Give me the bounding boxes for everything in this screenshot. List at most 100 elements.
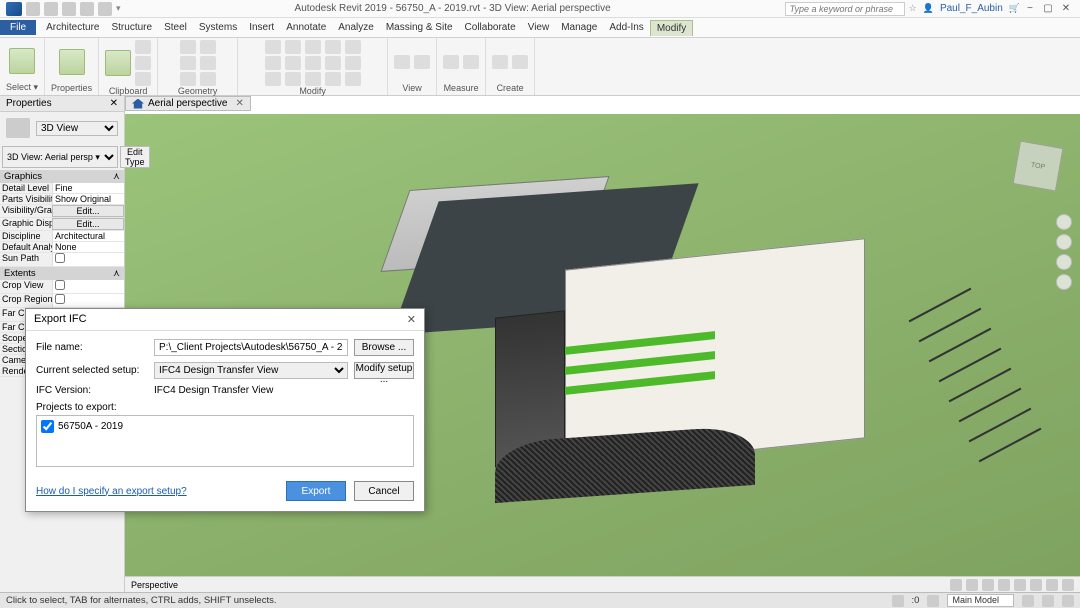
tab-steel[interactable]: Steel bbox=[158, 20, 193, 35]
signin-icon[interactable]: 👤 bbox=[923, 3, 934, 14]
filter-icon[interactable] bbox=[927, 595, 939, 607]
cope-icon[interactable] bbox=[180, 40, 196, 54]
cropregion-checkbox[interactable] bbox=[55, 294, 65, 304]
view-icon-2[interactable] bbox=[414, 55, 430, 69]
browse-button[interactable]: Browse ... bbox=[354, 339, 414, 356]
viewbar-icon-7[interactable] bbox=[1046, 579, 1058, 591]
tab-analyze[interactable]: Analyze bbox=[332, 20, 380, 35]
help-search-input[interactable] bbox=[785, 2, 905, 16]
view-perspective-label[interactable]: Perspective bbox=[131, 580, 178, 590]
help-link[interactable]: How do I specify an export setup? bbox=[36, 486, 278, 497]
sunpath-checkbox[interactable] bbox=[55, 253, 65, 263]
extents-section[interactable]: Extents⋏ bbox=[0, 267, 124, 280]
edit-type-button[interactable]: Edit Type bbox=[120, 146, 150, 168]
file-menu[interactable]: File bbox=[0, 20, 36, 35]
paste-tool-icon[interactable] bbox=[105, 50, 131, 76]
pin-icon[interactable] bbox=[325, 56, 341, 70]
join-icon[interactable] bbox=[180, 72, 196, 86]
cart-icon[interactable]: 🛒 bbox=[1009, 3, 1020, 14]
geom-icon-5[interactable] bbox=[200, 56, 216, 70]
filename-input[interactable] bbox=[154, 339, 348, 356]
create-icon-1[interactable] bbox=[492, 55, 508, 69]
tab-systems[interactable]: Systems bbox=[193, 20, 243, 35]
workset-select[interactable]: Main Model bbox=[947, 594, 1014, 607]
minimize-button[interactable]: − bbox=[1022, 3, 1038, 14]
qat-redo-icon[interactable] bbox=[80, 2, 94, 16]
align-icon[interactable] bbox=[265, 40, 281, 54]
qat-undo-icon[interactable] bbox=[62, 2, 76, 16]
viewbar-icon-3[interactable] bbox=[982, 579, 994, 591]
status-icon-1[interactable] bbox=[892, 595, 904, 607]
split-icon[interactable] bbox=[325, 40, 341, 54]
properties-close-icon[interactable]: ✕ bbox=[110, 98, 118, 109]
graphics-section[interactable]: Graphics⋏ bbox=[0, 170, 124, 183]
qat-save-icon[interactable] bbox=[44, 2, 58, 16]
nav-zoom-icon[interactable] bbox=[1056, 254, 1072, 270]
tab-insert[interactable]: Insert bbox=[243, 20, 280, 35]
tab-massing[interactable]: Massing & Site bbox=[380, 20, 459, 35]
tab-view[interactable]: View bbox=[522, 20, 556, 35]
mirror-icon[interactable] bbox=[285, 40, 301, 54]
cropview-checkbox[interactable] bbox=[55, 280, 65, 290]
match-icon[interactable] bbox=[135, 72, 151, 86]
tab-architecture[interactable]: Architecture bbox=[40, 20, 105, 35]
project-item[interactable]: 56750A - 2019 bbox=[41, 420, 409, 433]
viewbar-icon-1[interactable] bbox=[950, 579, 962, 591]
home-icon[interactable] bbox=[132, 99, 144, 109]
mod-icon-15[interactable] bbox=[345, 72, 361, 86]
close-button[interactable]: ✕ bbox=[1058, 3, 1074, 14]
geom-icon-4[interactable] bbox=[200, 40, 216, 54]
qat-print-icon[interactable] bbox=[98, 2, 112, 16]
tab-collaborate[interactable]: Collaborate bbox=[459, 20, 522, 35]
properties-tool-icon[interactable] bbox=[59, 49, 85, 75]
rotate-icon[interactable] bbox=[305, 56, 321, 70]
scale-icon[interactable] bbox=[305, 72, 321, 86]
view-cube[interactable]: TOP bbox=[1013, 141, 1064, 192]
viewbar-icon-6[interactable] bbox=[1030, 579, 1042, 591]
array-icon[interactable] bbox=[285, 72, 301, 86]
type-select[interactable]: 3D View bbox=[36, 121, 118, 136]
tab-addins[interactable]: Add-Ins bbox=[603, 20, 649, 35]
nav-orbit-icon[interactable] bbox=[1056, 274, 1072, 290]
move-icon[interactable] bbox=[265, 56, 281, 70]
viewbar-icon-2[interactable] bbox=[966, 579, 978, 591]
export-button[interactable]: Export bbox=[286, 481, 346, 501]
viewbar-icon-4[interactable] bbox=[998, 579, 1010, 591]
modify-tool-icon[interactable] bbox=[9, 48, 35, 74]
nav-home-icon[interactable] bbox=[1056, 214, 1072, 230]
mod-icon-13[interactable] bbox=[345, 40, 361, 54]
tab-structure[interactable]: Structure bbox=[105, 20, 158, 35]
status-icon-2[interactable] bbox=[1022, 595, 1034, 607]
copy-mod-icon[interactable] bbox=[285, 56, 301, 70]
view-select[interactable]: 3D View: Aerial persp ▾ bbox=[2, 146, 118, 168]
tab-modify[interactable]: Modify bbox=[650, 20, 693, 36]
view-icon-1[interactable] bbox=[394, 55, 410, 69]
copy-icon[interactable] bbox=[135, 56, 151, 70]
qat-open-icon[interactable] bbox=[26, 2, 40, 16]
tab-annotate[interactable]: Annotate bbox=[280, 20, 332, 35]
nav-pan-icon[interactable] bbox=[1056, 234, 1072, 250]
create-icon-2[interactable] bbox=[512, 55, 528, 69]
setup-select[interactable]: IFC4 Design Transfer View bbox=[154, 362, 348, 379]
measure-icon[interactable] bbox=[443, 55, 459, 69]
offset-icon[interactable] bbox=[265, 72, 281, 86]
dialog-titlebar[interactable]: Export IFC ✕ bbox=[26, 309, 424, 331]
geom-icon-6[interactable] bbox=[200, 72, 216, 86]
delete-icon[interactable] bbox=[325, 72, 341, 86]
viewbar-icon-8[interactable] bbox=[1062, 579, 1074, 591]
info-icon[interactable]: ☆ bbox=[909, 3, 917, 14]
status-icon-3[interactable] bbox=[1042, 595, 1054, 607]
cancel-button[interactable]: Cancel bbox=[354, 481, 414, 501]
dimension-icon[interactable] bbox=[463, 55, 479, 69]
maximize-button[interactable]: ▢ bbox=[1040, 3, 1056, 14]
view-tab-close-icon[interactable]: ✕ bbox=[235, 98, 243, 109]
dialog-close-icon[interactable]: ✕ bbox=[407, 313, 416, 326]
status-icon-4[interactable] bbox=[1062, 595, 1074, 607]
user-name[interactable]: Paul_F_Aubin bbox=[940, 3, 1003, 14]
tab-manage[interactable]: Manage bbox=[555, 20, 603, 35]
trim-icon[interactable] bbox=[305, 40, 321, 54]
type-selector[interactable]: 3D View bbox=[0, 112, 124, 144]
project-checkbox[interactable] bbox=[41, 420, 54, 433]
mod-icon-14[interactable] bbox=[345, 56, 361, 70]
cut-icon[interactable] bbox=[135, 40, 151, 54]
